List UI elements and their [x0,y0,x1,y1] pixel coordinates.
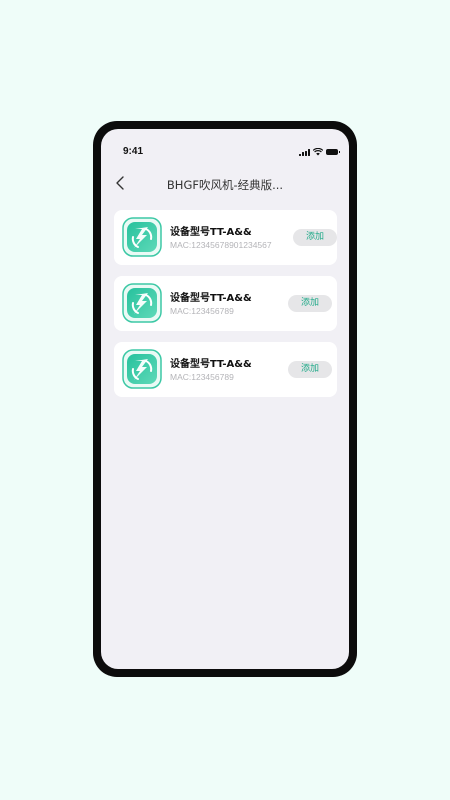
device-mac: MAC:123456789 [170,306,234,316]
device-name: 设备型号TT-A&& [170,293,252,304]
status-time: 9:41 [123,146,144,157]
app-screen: 9:41 BHGF吹风机-经典版... 设备型号TT-A&& MAC:12345… [101,129,349,669]
wifi-icon [313,148,323,156]
device-name: 设备型号TT-A&& [170,359,252,370]
add-button[interactable]: 添加 [288,361,332,378]
add-button[interactable]: 添加 [288,295,332,312]
device-mac: MAC:12345678901234567 [170,240,272,250]
status-icons [299,148,340,156]
device-card: 设备型号TT-A&& MAC:12345678901234567 添加 [114,210,337,265]
device-card: 设备型号TT-A&& MAC:123456789 添加 [114,276,337,331]
device-card: 设备型号TT-A&& MAC:123456789 添加 [114,342,337,397]
device-name: 设备型号TT-A&& [170,227,252,238]
battery-icon [326,149,340,155]
phone-frame: 9:41 BHGF吹风机-经典版... 设备型号TT-A&& MAC:12345… [93,121,357,677]
signal-icon [299,148,310,156]
page-title: BHGF吹风机-经典版... [166,178,284,192]
device-mac: MAC:123456789 [170,372,234,382]
device-app-icon [122,283,162,323]
add-button[interactable]: 添加 [293,229,337,246]
device-app-icon [122,217,162,257]
device-app-icon [122,349,162,389]
